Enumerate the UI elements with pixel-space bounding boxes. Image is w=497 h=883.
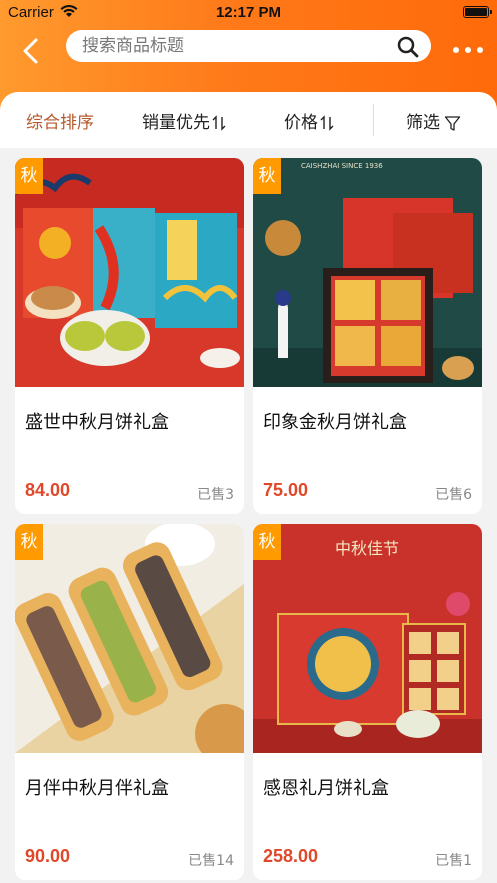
- clock: 12:17 PM: [215, 4, 282, 21]
- dot: [453, 47, 459, 53]
- product-title: 月伴中秋月伴礼盒: [25, 778, 169, 799]
- banner-text: 中秋佳节: [335, 539, 399, 558]
- search-box[interactable]: [66, 30, 431, 62]
- sold-count: 已售14: [188, 853, 234, 869]
- product-card[interactable]: 秋 盛世中秋月饼礼盒 84.00 已售3: [15, 158, 244, 514]
- product-card[interactable]: 秋 月伴中秋月伴礼盒 90.00 已售14: [15, 524, 244, 880]
- season-tag: 秋: [15, 158, 43, 194]
- product-title: 感恩礼月饼礼盒: [263, 778, 389, 799]
- product-image: [15, 524, 244, 753]
- sort-comprehensive[interactable]: 综合排序: [26, 108, 94, 133]
- sort-by-price-label: 价格: [284, 113, 318, 133]
- product-price: 75.00: [263, 480, 309, 500]
- chevron-left-icon: [23, 38, 38, 64]
- sort-by-price[interactable]: 价格: [284, 108, 335, 133]
- product-price: 258.00: [263, 846, 319, 866]
- sold-count: 已售6: [435, 487, 472, 503]
- product-card[interactable]: CAISHZHAI SINCE 1936 秋 印象金秋月饼礼盒 75.00 已售…: [253, 158, 482, 514]
- product-title: 盛世中秋月饼礼盒: [25, 412, 169, 433]
- sort-arrows-icon: [212, 115, 226, 131]
- search-input[interactable]: [82, 34, 382, 58]
- battery-icon: [463, 6, 492, 18]
- search-icon[interactable]: [397, 36, 419, 58]
- sort-by-sales[interactable]: 销量优先: [142, 108, 227, 133]
- product-image: 中秋佳节: [253, 524, 482, 753]
- sort-arrows-icon: [320, 115, 334, 131]
- filter-label: 筛选: [406, 113, 440, 133]
- sold-count: 已售3: [197, 487, 234, 503]
- sort-divider: [373, 104, 374, 136]
- back-button[interactable]: [16, 36, 46, 66]
- season-tag: 秋: [253, 158, 281, 194]
- dot: [477, 47, 483, 53]
- sort-by-sales-label: 销量优先: [142, 113, 210, 133]
- dot: [465, 47, 471, 53]
- filter-icon: [444, 115, 461, 131]
- season-tag: 秋: [15, 524, 43, 560]
- sort-bar: 综合排序 销量优先 价格 筛选: [0, 92, 497, 148]
- more-button[interactable]: [453, 42, 483, 58]
- status-bar: Carrier 12:17 PM: [0, 0, 497, 26]
- filter-button[interactable]: 筛选: [406, 108, 461, 133]
- product-price: 90.00: [25, 846, 71, 866]
- brand-text: CAISHZHAI SINCE 1936: [301, 162, 383, 170]
- sold-count: 已售1: [435, 853, 472, 869]
- season-tag: 秋: [253, 524, 281, 560]
- product-title: 印象金秋月饼礼盒: [263, 412, 407, 433]
- product-image: CAISHZHAI SINCE 1936: [253, 158, 482, 387]
- product-card[interactable]: 中秋佳节 秋 感恩礼月饼礼盒 258.00 已售1: [253, 524, 482, 880]
- product-price: 84.00: [25, 480, 71, 500]
- sort-comprehensive-label: 综合排序: [26, 113, 94, 133]
- product-image: [15, 158, 244, 387]
